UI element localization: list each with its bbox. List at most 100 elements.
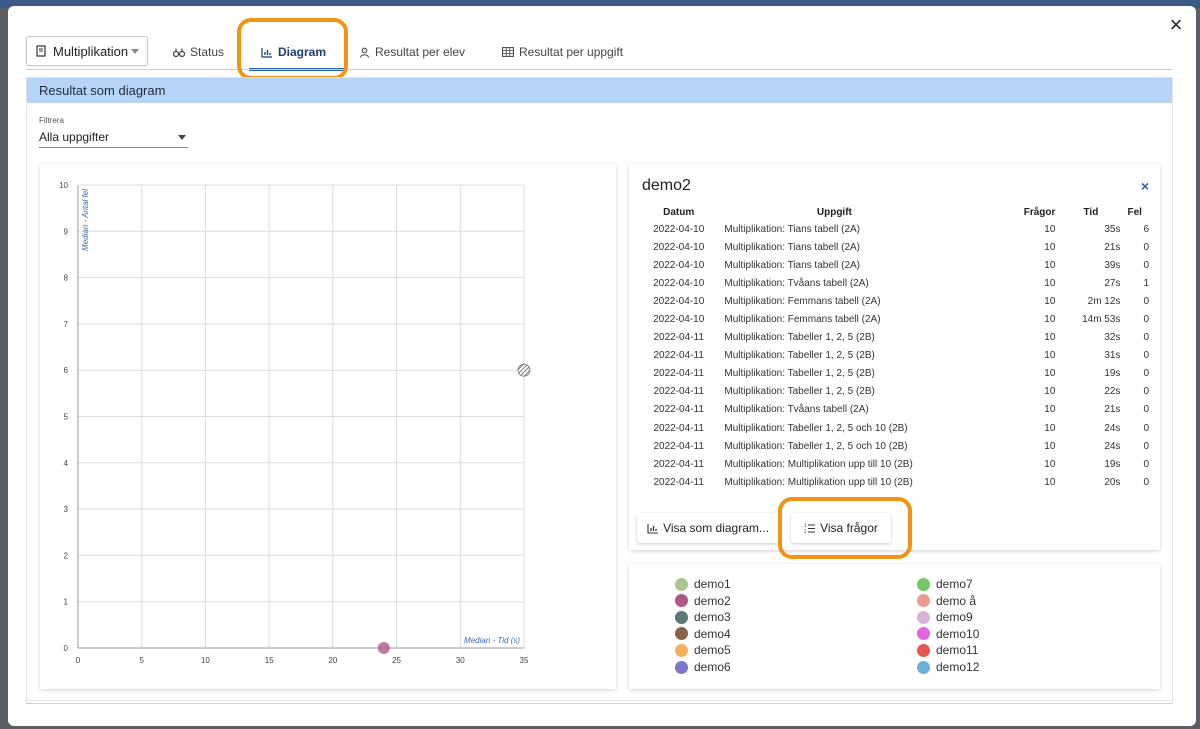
cell-errors: 0: [1143, 422, 1149, 434]
tab-bar-divider: [26, 69, 1173, 70]
cell-time: 22s: [1104, 386, 1121, 398]
cell-time: 31s: [1104, 350, 1121, 362]
tab-results-per-task[interactable]: Resultat per uppgift: [502, 34, 623, 70]
y-tick-label: 10: [59, 181, 68, 190]
cell-date: 2022-04-11: [653, 476, 704, 488]
legend-label: demo12: [936, 660, 980, 674]
tab-status[interactable]: Status: [173, 34, 224, 70]
cell-date: 2022-04-10: [653, 295, 705, 307]
legend-dot: [675, 577, 688, 591]
legend-item[interactable]: demo1: [675, 576, 731, 592]
show-as-diagram-button[interactable]: Visa som diagram...: [637, 513, 779, 543]
cell-questions: 10: [1044, 386, 1056, 398]
cell-task: Multiplikation: Tians tabell (2A): [724, 223, 861, 235]
table-row: 2022-04-10 Multiplikation: Tvåans tabell …: [639, 274, 1151, 292]
cell-questions: 10: [1044, 422, 1056, 434]
tab-results-per-student[interactable]: Resultat per elev: [359, 34, 465, 70]
legend-item[interactable]: demo4: [675, 626, 731, 642]
legend-item[interactable]: demo10: [917, 626, 979, 642]
y-tick-label: 1: [64, 598, 69, 607]
binoculars-icon: [173, 47, 185, 58]
cell-date: 2022-04-10: [653, 314, 705, 326]
panel-bottom-divider: [26, 703, 1173, 704]
chevron-down-icon: [178, 135, 186, 140]
table-header-row: Datum Uppgift Frågor Tid Fel: [639, 204, 1151, 220]
legend-label: demo10: [936, 626, 980, 641]
y-tick-label: 6: [64, 366, 69, 375]
cell-date: 2022-04-11: [653, 458, 704, 470]
y-tick-label: 7: [64, 320, 69, 329]
book-icon: [35, 45, 47, 57]
legend-item[interactable]: demo6: [675, 659, 731, 675]
cell-time: 39s: [1104, 259, 1121, 271]
results-modal: × Multiplikation Status Diagram Resultat…: [8, 6, 1196, 726]
cell-date: 2022-04-11: [653, 332, 704, 344]
cell-time: 24s: [1104, 422, 1121, 434]
filter-select-value: Alla uppgifter: [39, 130, 110, 144]
table-row: 2022-04-11 Multiplikation: Tabeller 1, 2,…: [639, 365, 1151, 383]
table-row: 2022-04-11 Multiplikation: Tvåans tabell …: [639, 401, 1151, 419]
cell-errors: 1: [1143, 277, 1149, 289]
cell-task: Multiplikation: Tabeller 1, 2, 5 (2B): [724, 368, 875, 380]
cell-task: Multiplikation: Femmans tabell (2A): [724, 314, 881, 326]
legend-item[interactable]: demo3: [675, 609, 731, 625]
cell-date: 2022-04-11: [653, 386, 704, 398]
legend-item[interactable]: demo å: [917, 593, 976, 609]
legend-item[interactable]: demo11: [917, 642, 978, 658]
cell-errors: 0: [1143, 350, 1149, 362]
legend-dot: [917, 660, 930, 674]
legend-label: demo å: [936, 593, 977, 608]
cell-errors: 0: [1143, 314, 1149, 326]
cell-time: 19s: [1104, 368, 1121, 380]
close-icon[interactable]: ×: [1141, 178, 1149, 194]
diagram-panel: Resultat som diagram Filtrera Alla uppgi…: [26, 77, 1173, 701]
cell-time: 20s: [1104, 476, 1121, 488]
y-tick-label: 8: [64, 274, 69, 283]
cell-time: 27s: [1104, 277, 1121, 289]
section-title: Resultat som diagram: [27, 78, 1172, 103]
legend-item[interactable]: demo12: [917, 659, 979, 675]
table-row: 2022-04-11 Multiplikation: Tabeller 1, 2,…: [639, 437, 1151, 455]
student-detail-card: demo2 × Datum Uppgift Frågor Tid Fel 202…: [629, 164, 1160, 550]
legend-item[interactable]: demo5: [675, 642, 731, 658]
scatter-chart: 0 5 10 15 20 25 30 35 0 1 2 3 4 5 6 7 8 9 10 Median - Tid (…: [59, 181, 531, 665]
results-table: Datum Uppgift Frågor Tid Fel 2022-04-10 M…: [639, 204, 1151, 491]
table-row: 2022-04-10 Multiplikation: Tians tabell (…: [639, 256, 1151, 274]
legend-dot: [917, 627, 930, 641]
tab-status-label: Status: [190, 45, 225, 59]
table-row: 2022-04-11 Multiplikation: Multiplikation…: [639, 455, 1151, 473]
cell-errors: 0: [1143, 295, 1149, 307]
legend-item[interactable]: demo9: [917, 609, 973, 625]
data-point-demo2: [377, 642, 390, 654]
table-row: 2022-04-11 Multiplikation: Tabeller 1, 2,…: [639, 329, 1151, 347]
cell-questions: 10: [1044, 241, 1056, 253]
filter-select[interactable]: Alla uppgifter: [39, 128, 188, 148]
table-icon: [502, 47, 514, 57]
cell-task: Multiplikation: Femmans tabell (2A): [724, 295, 881, 307]
subject-select[interactable]: Multiplikation: [26, 36, 148, 66]
close-modal-button[interactable]: ×: [1166, 14, 1186, 36]
legend-item[interactable]: demo7: [917, 576, 973, 592]
cell-task: Multiplikation: Tabeller 1, 2, 5 (2B): [724, 332, 875, 344]
legend-dot: [675, 610, 688, 624]
cell-task: Multiplikation: Multiplikation upp till …: [724, 458, 913, 470]
cell-questions: 10: [1044, 404, 1056, 416]
legend-label: demo9: [936, 610, 973, 625]
cell-errors: 0: [1143, 332, 1149, 344]
column-header-time: Tid: [1083, 206, 1099, 218]
cell-task: Multiplikation: Tians tabell (2A): [724, 241, 861, 253]
cell-time: 14m 53s: [1082, 314, 1121, 326]
cell-task: Multiplikation: Tvåans tabell (2A): [724, 404, 869, 416]
scatter-chart-card: 0 5 10 15 20 25 30 35 0 1 2 3 4 5 6 7 8 9 10 Median - Tid (…: [40, 164, 616, 689]
y-tick-label: 0: [64, 644, 69, 653]
person-icon: [359, 47, 370, 58]
legend-item[interactable]: demo2: [675, 593, 731, 609]
cell-errors: 0: [1143, 476, 1149, 488]
cell-date: 2022-04-10: [653, 259, 705, 271]
cell-date: 2022-04-10: [653, 277, 705, 289]
cell-date: 2022-04-11: [653, 368, 704, 380]
legend-label: demo7: [936, 577, 973, 591]
legend-label: demo6: [694, 660, 731, 674]
x-tick-label: 15: [265, 656, 274, 665]
y-tick-label: 9: [64, 227, 69, 236]
